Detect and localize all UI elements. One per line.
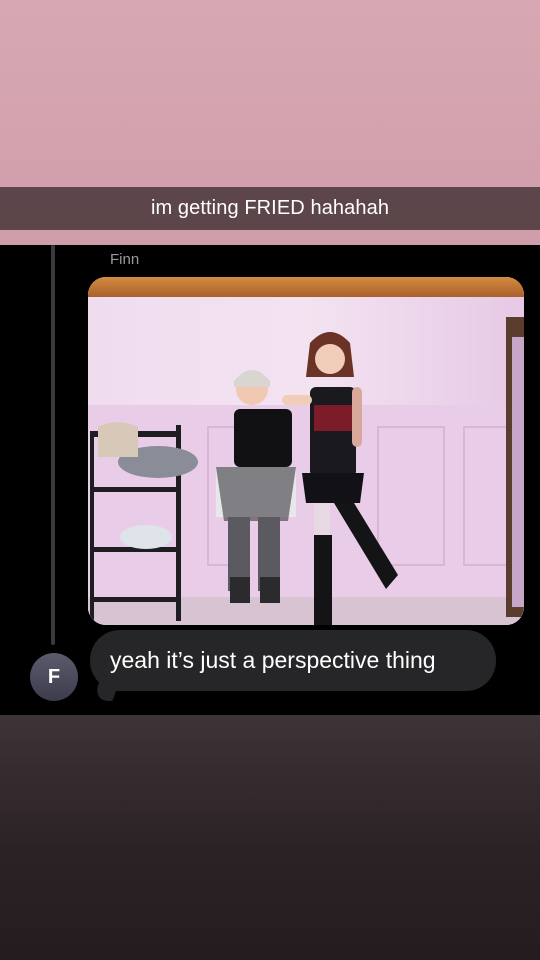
sender-name: Finn [110, 251, 140, 268]
chat-screenshot-panel: Finn F yeah it’s just a perspective thin… [0, 245, 540, 715]
story-background-bottom [0, 715, 540, 960]
photo-image [88, 277, 524, 625]
story-caption-text: im getting FRIED hahahah [150, 197, 390, 219]
story-caption-bar: im getting FRIED hahahah [0, 187, 540, 230]
reply-thread-line [51, 245, 55, 645]
shared-photo[interactable] [88, 277, 524, 625]
message-text: yeah it’s just a perspective thing [110, 647, 436, 673]
message-bubble[interactable]: yeah it’s just a perspective thing [90, 630, 496, 691]
sender-avatar[interactable]: F [30, 653, 78, 701]
avatar-initial: F [47, 665, 61, 688]
